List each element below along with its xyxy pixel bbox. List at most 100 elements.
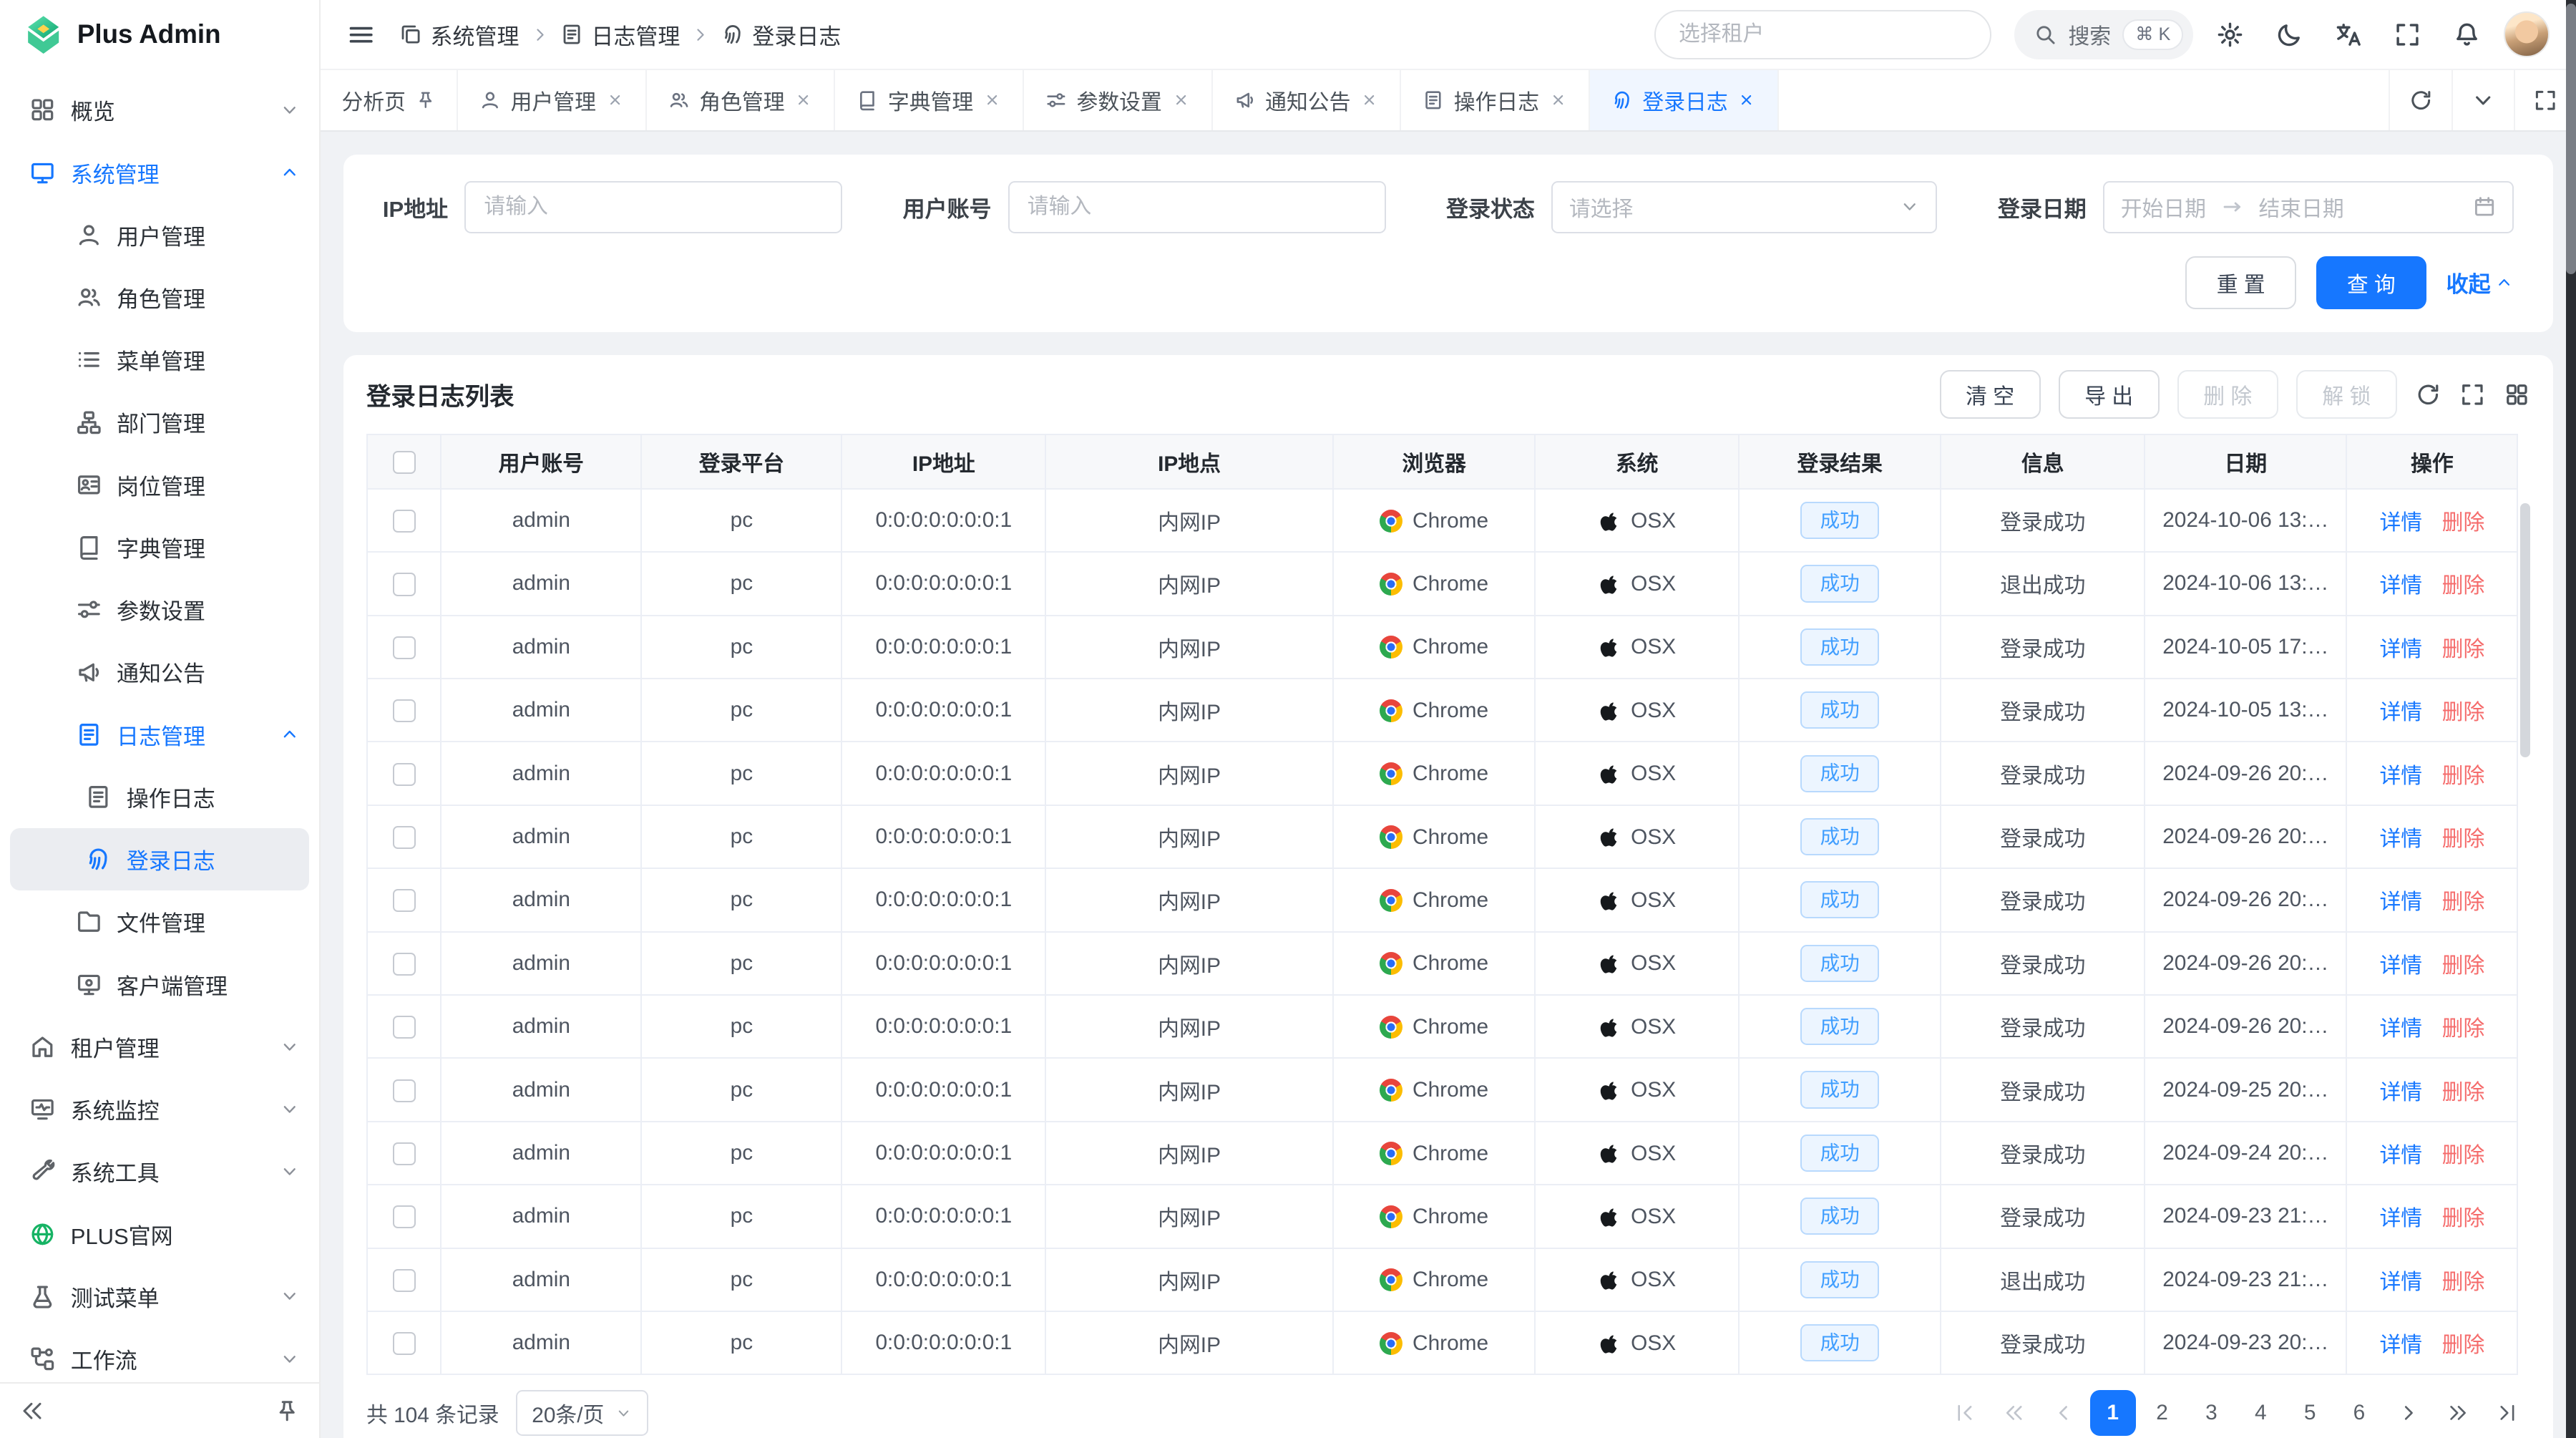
detail-link[interactable]: 详情 [2379,638,2422,661]
delete-link[interactable]: 删除 [2442,1207,2485,1230]
sidebar-item-6[interactable]: 岗位管理 [0,454,319,516]
translate-icon[interactable] [2335,21,2363,49]
next-page-button[interactable] [2386,1390,2431,1436]
row-checkbox[interactable] [393,1142,416,1165]
row-checkbox[interactable] [393,1205,416,1228]
column-settings-icon[interactable] [2504,382,2530,408]
app-logo[interactable]: Plus Admin [0,0,319,69]
notifications-icon[interactable] [2453,21,2481,49]
row-checkbox[interactable] [393,699,416,722]
detail-link[interactable]: 详情 [2379,764,2422,788]
sidebar-item-5[interactable]: 部门管理 [0,391,319,453]
sidebar-item-19[interactable]: 测试菜单 [0,1265,319,1328]
row-checkbox[interactable] [393,510,416,533]
tab-6[interactable]: 操作日志 [1401,70,1590,130]
sidebar-item-16[interactable]: 系统监控 [0,1078,319,1140]
unlock-button[interactable]: 解 锁 [2296,370,2397,419]
sidebar-item-13[interactable]: 文件管理 [0,890,319,953]
sidebar-item-18[interactable]: PLUS官网 [0,1203,319,1265]
delete-link[interactable]: 删除 [2442,1271,2485,1294]
page-6-button[interactable]: 6 [2336,1390,2382,1436]
row-checkbox[interactable] [393,1269,416,1292]
reset-button[interactable]: 重 置 [2185,256,2296,309]
refresh-table-icon[interactable] [2415,382,2441,408]
sidebar-item-8[interactable]: 参数设置 [0,578,319,641]
global-search-button[interactable]: 搜索 ⌘ K [2014,10,2193,59]
row-checkbox[interactable] [393,1332,416,1355]
row-checkbox[interactable] [393,763,416,786]
theme-toggle-icon[interactable] [2275,21,2303,49]
breadcrumb-item-1[interactable]: 日志管理 [560,19,680,51]
close-tab-icon[interactable] [1737,91,1755,109]
close-tab-icon[interactable] [794,91,812,109]
page-scrollbar-thumb[interactable] [2566,4,2576,275]
sidebar-item-11[interactable]: 操作日志 [0,766,319,828]
query-button[interactable]: 查 询 [2316,256,2427,309]
row-checkbox[interactable] [393,889,416,912]
tab-0[interactable]: 分析页 [321,70,458,130]
tabs-dropdown-button[interactable] [2451,70,2514,130]
detail-link[interactable]: 详情 [2379,1017,2422,1041]
detail-link[interactable]: 详情 [2379,1271,2422,1294]
close-tab-icon[interactable] [1172,91,1190,109]
first-page-button[interactable] [1942,1390,1988,1436]
collapse-sidebar-icon[interactable] [20,1399,44,1423]
sidebar-item-4[interactable]: 菜单管理 [0,329,319,391]
refresh-page-button[interactable] [2389,70,2451,130]
date-range-picker[interactable]: 开始日期 结束日期 [2103,181,2514,233]
delete-button[interactable]: 删 除 [2177,370,2278,419]
tab-4[interactable]: 参数设置 [1024,70,1213,130]
row-checkbox[interactable] [393,953,416,976]
delete-link[interactable]: 删除 [2442,1081,2485,1104]
delete-link[interactable]: 删除 [2442,827,2485,851]
close-tab-icon[interactable] [1549,91,1567,109]
page-4-button[interactable]: 4 [2238,1390,2283,1436]
tenant-select-input[interactable] [1654,10,1991,59]
page-2-button[interactable]: 2 [2139,1390,2185,1436]
page-scrollbar[interactable] [2566,0,2576,1438]
account-input[interactable] [1008,181,1386,233]
tab-5[interactable]: 通知公告 [1213,70,1402,130]
delete-link[interactable]: 删除 [2442,511,2485,535]
hamburger-menu-icon[interactable] [346,20,376,49]
pin-sidebar-icon[interactable] [275,1399,299,1423]
close-tab-icon[interactable] [1360,91,1378,109]
table-scrollbar[interactable] [2520,503,2530,758]
sidebar-item-12[interactable]: 登录日志 [10,828,309,890]
tab-2[interactable]: 角色管理 [647,70,836,130]
tab-1[interactable]: 用户管理 [458,70,647,130]
row-checkbox[interactable] [393,1079,416,1102]
tab-3[interactable]: 字典管理 [835,70,1024,130]
delete-link[interactable]: 删除 [2442,701,2485,724]
page-3-button[interactable]: 3 [2188,1390,2234,1436]
status-select[interactable]: 请选择 [1551,181,1938,233]
close-tab-icon[interactable] [606,91,624,109]
page-1-button[interactable]: 1 [2090,1390,2136,1436]
fullscreen-icon[interactable] [2394,21,2421,49]
detail-link[interactable]: 详情 [2379,1207,2422,1230]
delete-link[interactable]: 删除 [2442,1333,2485,1357]
delete-link[interactable]: 删除 [2442,764,2485,788]
sidebar-item-9[interactable]: 通知公告 [0,641,319,703]
clear-button[interactable]: 清 空 [1940,370,2041,419]
page-size-select[interactable]: 20条/页 [516,1390,648,1436]
settings-icon[interactable] [2216,21,2244,49]
sidebar-item-0[interactable]: 概览 [0,79,319,141]
delete-link[interactable]: 删除 [2442,954,2485,978]
sidebar-item-14[interactable]: 客户端管理 [0,953,319,1015]
detail-link[interactable]: 详情 [2379,701,2422,724]
detail-link[interactable]: 详情 [2379,954,2422,978]
row-checkbox[interactable] [393,573,416,596]
sidebar-item-1[interactable]: 系统管理 [0,141,319,203]
delete-link[interactable]: 删除 [2442,638,2485,661]
prev-pages-button[interactable] [1991,1390,2037,1436]
breadcrumb-item-0[interactable]: 系统管理 [399,19,519,51]
export-button[interactable]: 导 出 [2059,370,2160,419]
detail-link[interactable]: 详情 [2379,827,2422,851]
sidebar-item-17[interactable]: 系统工具 [0,1140,319,1203]
detail-link[interactable]: 详情 [2379,574,2422,598]
close-tab-icon[interactable] [983,91,1001,109]
last-page-button[interactable] [2484,1390,2529,1436]
sidebar-item-10[interactable]: 日志管理 [0,704,319,766]
detail-link[interactable]: 详情 [2379,1144,2422,1167]
